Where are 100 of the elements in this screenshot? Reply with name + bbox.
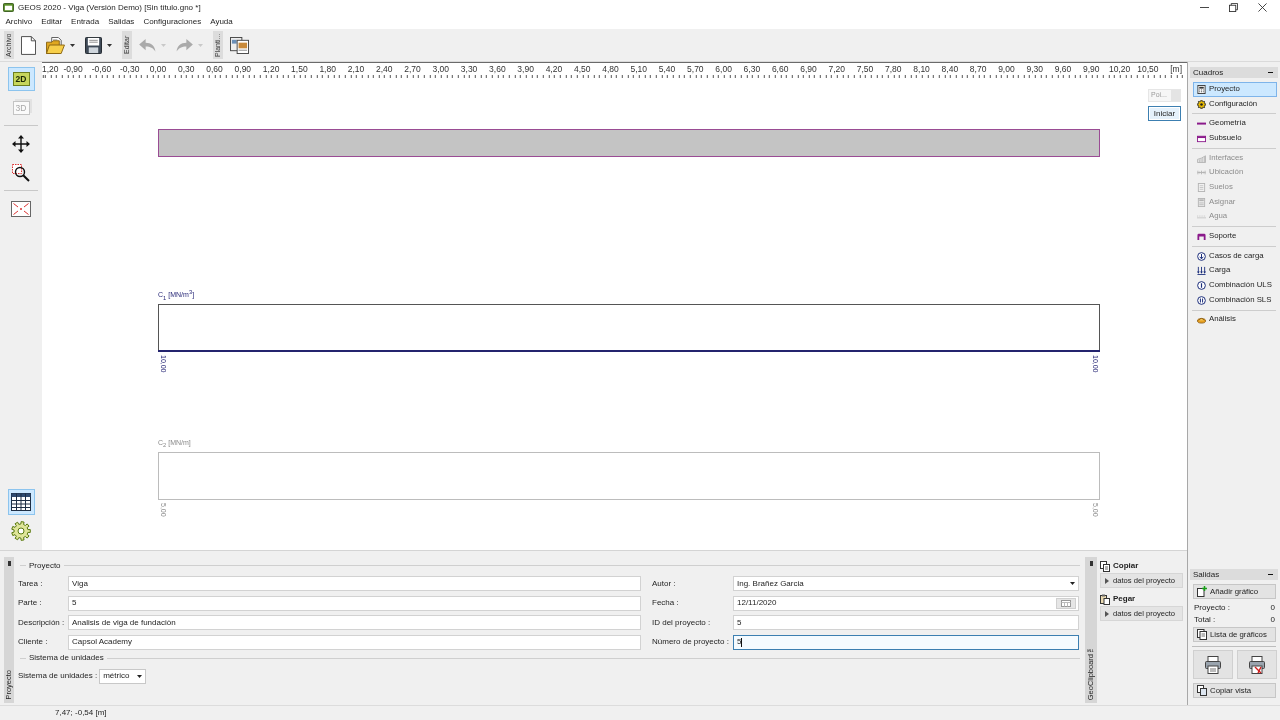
pin-icon (1089, 561, 1093, 566)
arrows-icon (1197, 266, 1206, 276)
menu-item[interactable]: Entrada (66, 17, 104, 27)
table-view-button[interactable] (7, 489, 35, 515)
field-label: Fecha : (651, 598, 680, 608)
undo-icon (139, 38, 156, 52)
ruler-unit: [m] (1170, 64, 1183, 74)
ruler-label: 1,50 (290, 64, 309, 74)
input-field[interactable]: 5 (733, 634, 1079, 650)
arch-icon (1197, 232, 1206, 242)
minimize-icon (1200, 7, 1209, 8)
rising-bars-icon (1197, 153, 1206, 163)
input-field[interactable]: Viga (68, 576, 641, 591)
field-button[interactable] (1171, 90, 1180, 101)
ruler-label: -0,60 (90, 64, 113, 74)
menu-item[interactable]: Ayuda (205, 17, 238, 27)
field-label: Tarea : (18, 578, 44, 589)
ruler-label: -0,30 (119, 64, 141, 74)
ruler-label: 2,10 (346, 64, 366, 74)
cursor-coordinates: 7,47; -0,54 [m] (55, 708, 107, 718)
view-2d-button[interactable]: 2D (7, 67, 35, 91)
ruler-label: 3,00 (431, 64, 451, 74)
ruler-label: 9,90 (1082, 64, 1101, 74)
ruler-label: 9,30 (1025, 64, 1044, 74)
dropdown-field[interactable]: Ing. Brañez Garcia (733, 576, 1079, 591)
ruler-label: 5,40 (657, 64, 677, 74)
count-value: 0 (1270, 603, 1275, 613)
ruler-label: 1,80 (318, 64, 337, 74)
copy-icon (1100, 560, 1110, 572)
documents-icon (230, 36, 249, 54)
move-icon (12, 135, 30, 153)
ruler-label: 10,50 (1136, 64, 1160, 74)
ruler-label: 8,10 (912, 64, 931, 74)
pages-icon (1197, 629, 1207, 640)
page-plus-icon (1197, 586, 1207, 597)
menu-item[interactable]: Salidas (103, 17, 139, 27)
panel-title: Salidas (1193, 569, 1220, 580)
redo-icon (176, 38, 193, 52)
ruler-label: 6,60 (770, 64, 790, 74)
circle-bars-icon (1197, 295, 1206, 305)
caret-icon (1070, 582, 1075, 585)
caret-icon (107, 43, 112, 47)
form-icon (1197, 197, 1206, 207)
section-title: Proyecto (29, 560, 61, 571)
ruler-label: 10,20 (1107, 64, 1132, 74)
input-field[interactable]: Analisis de viga de fundaciòn (68, 615, 641, 630)
fit-view-icon (11, 201, 31, 217)
input-field[interactable]: Capsol Academy (68, 634, 641, 650)
calculator-icon (1197, 84, 1206, 94)
ruler-label: 6,00 (714, 64, 733, 74)
ruler-label: 8,40 (940, 64, 960, 74)
triangle-icon (1105, 610, 1109, 617)
ruler-label: 1,20 (261, 64, 281, 74)
menu-item[interactable]: Editar (36, 17, 67, 27)
ruler-label: 3,90 (516, 64, 535, 74)
calendar-button[interactable] (1056, 597, 1076, 609)
start-button[interactable]: Iniciar (1148, 106, 1181, 121)
ruler-label: 9,00 (997, 64, 1016, 74)
field-label: Parte : (18, 598, 43, 608)
printer-icon (1249, 655, 1265, 674)
ruler-label: 1,20 (42, 64, 59, 74)
caret-icon (198, 43, 203, 47)
menu-item[interactable]: Archivo (1, 17, 37, 27)
ruler-label: 6,90 (799, 64, 818, 74)
print-button[interactable] (1193, 650, 1233, 679)
menu-item[interactable]: Configuraciones (138, 17, 206, 27)
ruler-label: 0,30 (177, 64, 196, 74)
pin-icon (7, 561, 11, 566)
ruler-label: 6,30 (742, 64, 762, 74)
dashed-lines-icon (1197, 212, 1206, 222)
ruler-label: 3,30 (459, 64, 479, 74)
print-to-file-button[interactable] (1237, 650, 1277, 679)
gear-icon (11, 521, 31, 541)
ruler-label: -0,90 (62, 64, 84, 74)
box-icon (1197, 133, 1206, 143)
ruler-label: 5,70 (686, 64, 705, 74)
input-field[interactable]: 5 (68, 595, 641, 611)
caret-icon (137, 674, 143, 678)
paste-icon (1100, 593, 1110, 605)
clipboard-title: Pegar (1113, 594, 1136, 604)
clipboard-title: Copiar (1113, 561, 1139, 571)
ruler-label: 7,80 (884, 64, 903, 74)
input-field[interactable]: 5 (733, 615, 1079, 630)
ruler-label: 4,50 (572, 64, 592, 74)
toolbar-button[interactable] (18, 33, 39, 57)
triangle-icon (1105, 577, 1109, 584)
ruler-label: 2,70 (403, 64, 422, 74)
circled-arrow-icon (1197, 251, 1206, 261)
ruler-label: 4,20 (544, 64, 564, 74)
caret-icon (161, 43, 166, 47)
table-icon (11, 493, 31, 511)
field-label: Sistema de unidades : (18, 671, 98, 681)
ruler-label: 7,50 (855, 64, 875, 74)
folder-icon (46, 36, 65, 54)
text-cursor (741, 637, 743, 647)
ruler-label: 3,60 (488, 64, 507, 74)
date-field[interactable]: 12/11/2020 (733, 595, 1079, 611)
dropdown-field[interactable]: métrico (99, 668, 147, 684)
page-icon (1197, 182, 1206, 192)
printer-icon (1205, 655, 1221, 674)
